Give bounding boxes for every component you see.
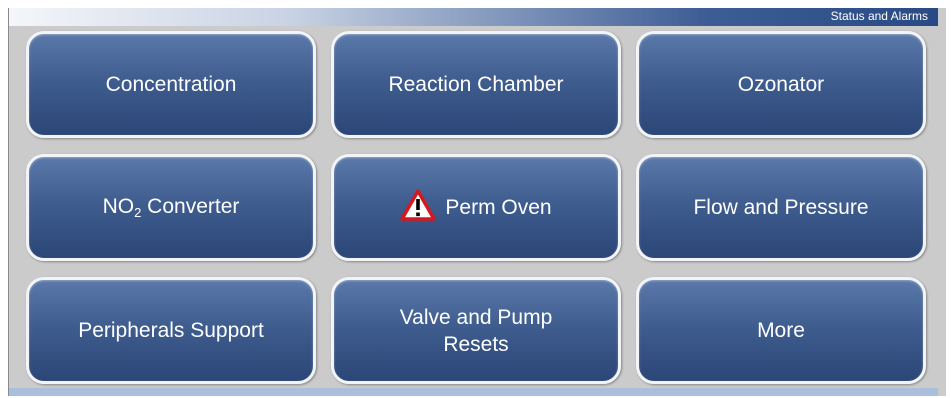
valve-label-line2: Resets bbox=[443, 332, 509, 356]
peripherals-support-label: Peripherals Support bbox=[78, 318, 264, 342]
perm-oven-label: Perm Oven bbox=[445, 195, 552, 219]
no2-converter-label: NO2 Converter bbox=[103, 195, 240, 220]
flow-and-pressure-label: Flow and Pressure bbox=[693, 195, 869, 219]
ozonator-button[interactable]: Ozonator bbox=[636, 31, 926, 138]
page-title: Status and Alarms bbox=[830, 9, 928, 23]
status-screen: Status and Alarms Concentration Reaction… bbox=[8, 8, 946, 396]
no2-prefix: NO bbox=[102, 195, 135, 218]
concentration-button[interactable]: Concentration bbox=[26, 31, 316, 138]
peripherals-support-button[interactable]: Peripherals Support bbox=[26, 277, 316, 384]
title-bar: Status and Alarms bbox=[9, 8, 938, 26]
valve-and-pump-resets-button[interactable]: Valve and Pump Resets bbox=[331, 277, 621, 384]
more-button[interactable]: More bbox=[636, 277, 926, 384]
valve-label-line1: Valve and Pump bbox=[399, 305, 553, 329]
bottom-bar bbox=[9, 388, 938, 396]
reaction-chamber-label: Reaction Chamber bbox=[388, 72, 564, 96]
perm-oven-button[interactable]: Perm Oven bbox=[331, 154, 621, 261]
no2-converter-button[interactable]: NO2 Converter bbox=[26, 154, 316, 261]
more-label: More bbox=[757, 318, 805, 342]
warning-triangle-icon bbox=[400, 188, 437, 227]
ozonator-label: Ozonator bbox=[737, 72, 825, 96]
valve-and-pump-resets-label: Valve and Pump Resets bbox=[400, 304, 553, 358]
concentration-label: Concentration bbox=[105, 72, 237, 96]
reaction-chamber-button[interactable]: Reaction Chamber bbox=[331, 31, 621, 138]
no2-suffix: Converter bbox=[141, 195, 240, 218]
flow-and-pressure-button[interactable]: Flow and Pressure bbox=[636, 154, 926, 261]
